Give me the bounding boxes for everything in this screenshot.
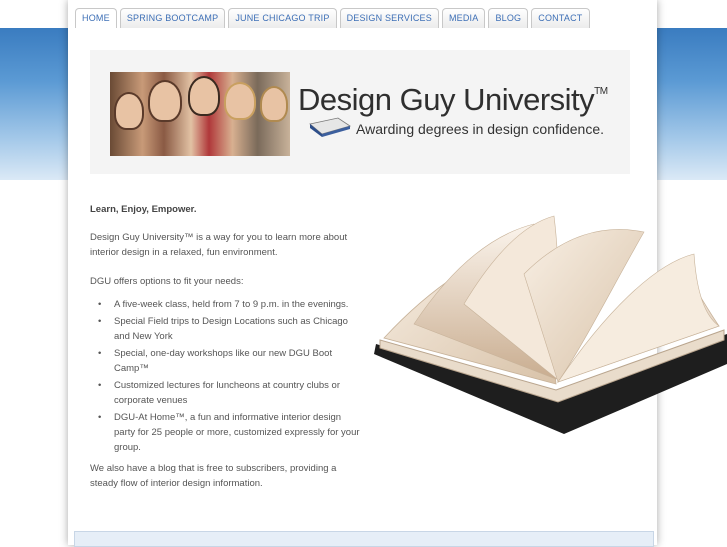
brand-tagline: Awarding degrees in design confidence. xyxy=(356,121,605,137)
students-photo xyxy=(110,72,290,156)
tab-spring-bootcamp[interactable]: SPRING BOOTCAMP xyxy=(119,8,226,28)
options-intro: DGU offers options to fit your needs: xyxy=(90,276,244,287)
intro-text: Design Guy University™ is a way for you … xyxy=(90,232,348,258)
list-item: Customized lectures for luncheons at cou… xyxy=(98,378,360,408)
tab-media[interactable]: MEDIA xyxy=(441,8,486,28)
book-logo-icon xyxy=(309,117,351,137)
list-item: Special, one-day workshops like our new … xyxy=(98,346,360,376)
tab-blog[interactable]: BLOG xyxy=(488,8,529,28)
list-item: Special Field trips to Design Locations … xyxy=(98,314,360,344)
tab-design-services[interactable]: DESIGN SERVICES xyxy=(339,8,439,28)
options-list: A five-week class, held from 7 to 9 p.m.… xyxy=(90,297,360,455)
tab-home[interactable]: HOME xyxy=(75,8,117,28)
tab-contact[interactable]: CONTACT xyxy=(531,8,590,28)
brand-title: Design Guy UniversityTM xyxy=(298,82,608,117)
list-item: DGU-At Home™, a fun and informative inte… xyxy=(98,410,360,455)
blog-note: We also have a blog that is free to subs… xyxy=(90,463,337,489)
open-book-image xyxy=(374,215,727,434)
main-content: Learn, Enjoy, Empower. Design Guy Univer… xyxy=(90,202,360,505)
main-nav: HOME SPRING BOOTCAMP JUNE CHICAGO TRIP D… xyxy=(75,8,590,28)
lead-text: Learn, Enjoy, Empower. xyxy=(90,204,197,215)
tab-june-chicago-trip[interactable]: JUNE CHICAGO TRIP xyxy=(228,8,337,28)
list-item: A five-week class, held from 7 to 9 p.m.… xyxy=(98,297,360,312)
